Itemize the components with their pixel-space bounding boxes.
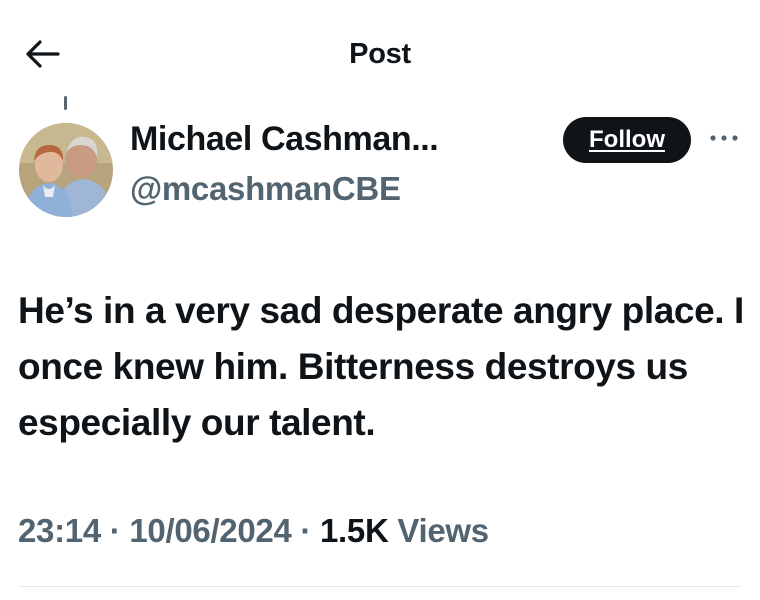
thread-line: [64, 96, 67, 110]
meta-separator: ·: [300, 512, 312, 549]
page-title: Post: [349, 38, 411, 70]
post-text: He’s in a very sad desperate angry place…: [18, 290, 744, 443]
follow-button[interactable]: Follow: [563, 117, 691, 163]
post-time[interactable]: 23:14: [18, 512, 101, 549]
views-count: 1.5K: [319, 512, 389, 549]
divider: [18, 586, 742, 587]
author-name[interactable]: Michael Cashman...: [130, 120, 439, 159]
author-handle[interactable]: @mcashmanCBE: [130, 170, 401, 208]
views-label: Views: [397, 512, 489, 549]
avatar[interactable]: [19, 123, 113, 217]
meta-separator: ·: [109, 512, 121, 549]
more-horizontal-icon: [708, 130, 740, 148]
post-meta: 23:14 · 10/06/2024 · 1.5K Views: [18, 512, 489, 550]
more-options-button[interactable]: [704, 122, 744, 156]
post-date[interactable]: 10/06/2024: [129, 512, 291, 549]
